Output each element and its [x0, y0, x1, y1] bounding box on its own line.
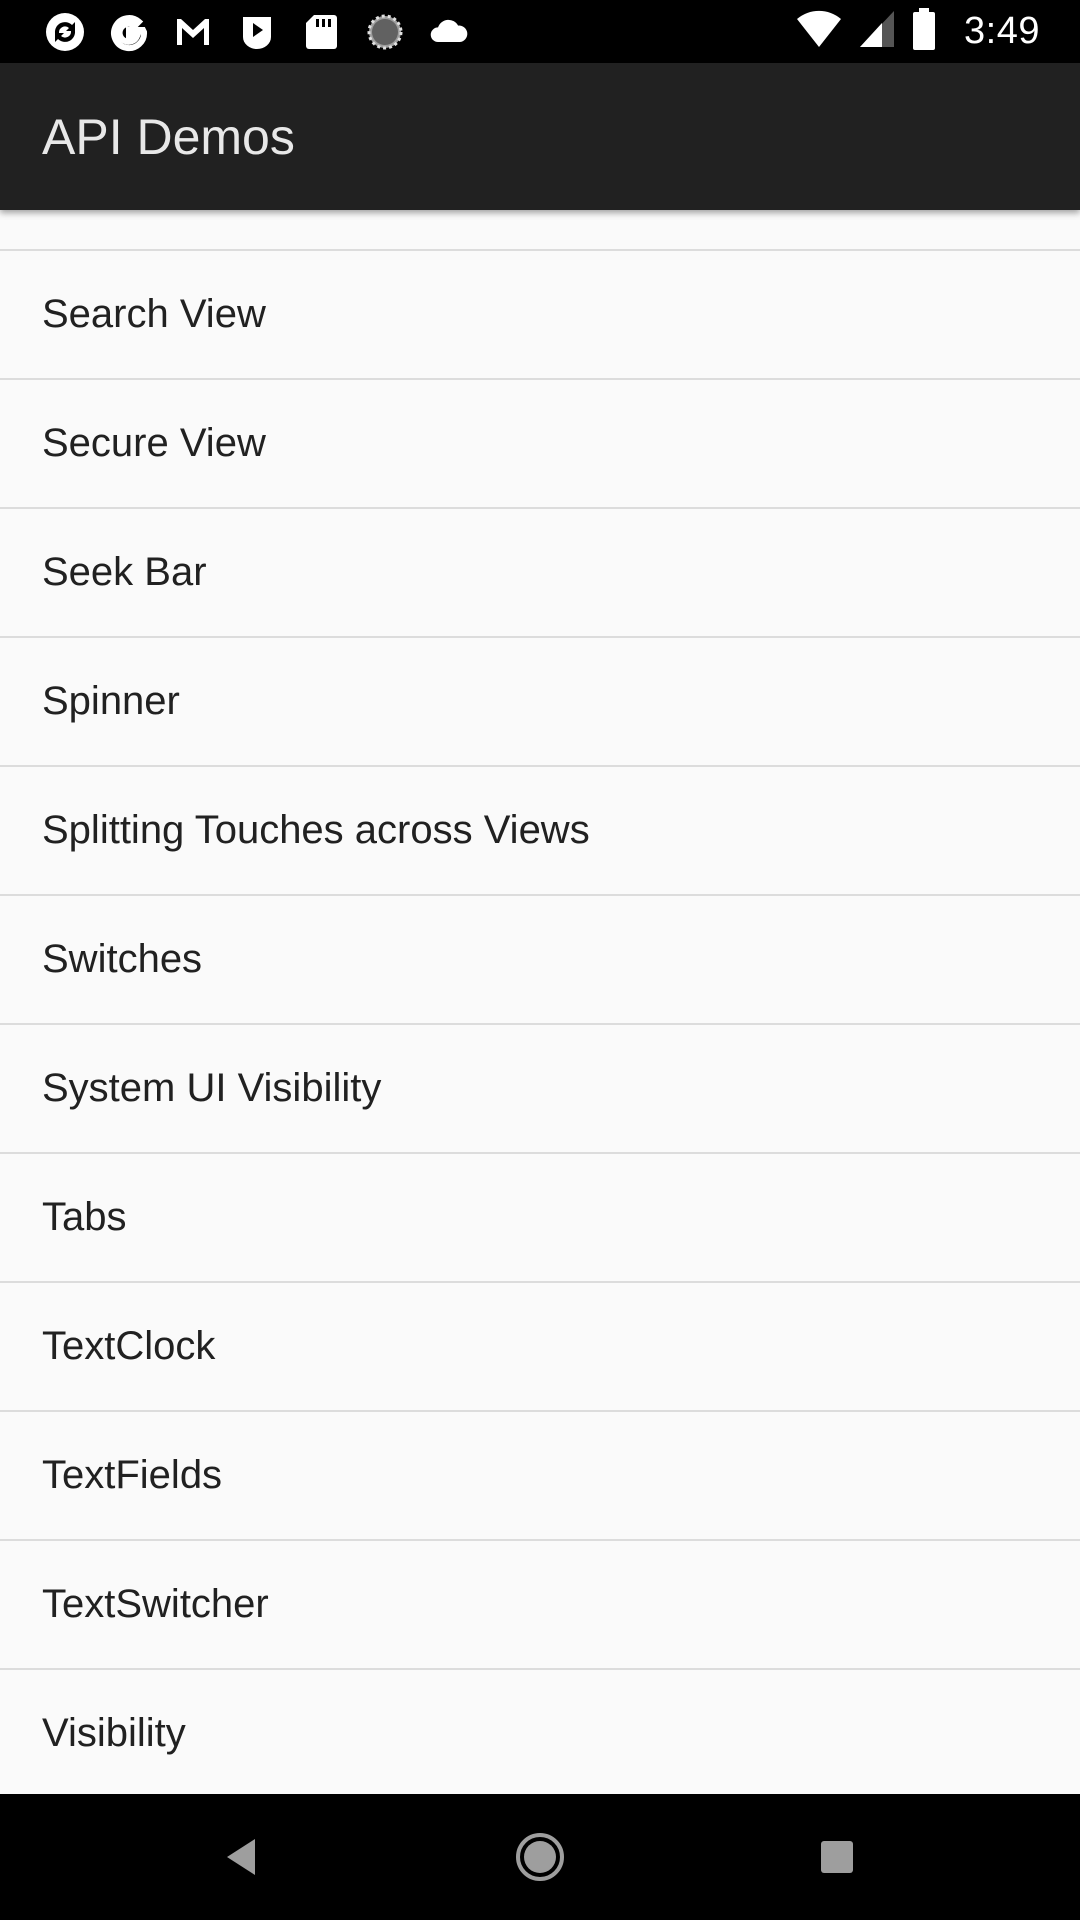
list-item-label: System UI Visibility: [42, 1066, 382, 1110]
list-item-partial[interactable]: [0, 210, 1080, 251]
cloud-icon: [428, 11, 470, 53]
list-item-label: Spinner: [42, 679, 180, 723]
gmail-icon: [172, 11, 214, 53]
list-item-label: TextSwitcher: [42, 1582, 269, 1626]
list-item-label: Switches: [42, 937, 203, 981]
list-rows: Search View Secure View Seek Bar Spinner…: [0, 251, 1080, 1794]
app-title: API Demos: [42, 109, 295, 165]
google-icon: [108, 11, 150, 53]
home-button[interactable]: [506, 1823, 574, 1891]
home-icon: [516, 1833, 564, 1881]
status-bar: 3:49: [0, 0, 1080, 63]
list-item[interactable]: Search View: [0, 251, 1080, 380]
list-item[interactable]: Switches: [0, 896, 1080, 1025]
sync-icon: [44, 11, 86, 53]
list-item[interactable]: Tabs: [0, 1154, 1080, 1283]
system-icons: 3:49: [796, 8, 1040, 55]
list-item[interactable]: System UI Visibility: [0, 1025, 1080, 1154]
list-item-label: TextFields: [42, 1453, 223, 1497]
list-item-label: Seek Bar: [42, 550, 207, 594]
back-button[interactable]: [207, 1823, 275, 1891]
loading-icon: [364, 11, 406, 53]
list-item[interactable]: Spinner: [0, 638, 1080, 767]
recents-button[interactable]: [803, 1823, 871, 1891]
list-item-label: Secure View: [42, 421, 266, 465]
list-item[interactable]: TextClock: [0, 1283, 1080, 1412]
recents-icon: [821, 1841, 853, 1873]
list-item[interactable]: Splitting Touches across Views: [0, 767, 1080, 896]
list-item-label: Tabs: [42, 1195, 127, 1239]
battery-icon: [912, 7, 936, 56]
sd-card-icon: [300, 11, 342, 53]
list-item-label: Visibility: [42, 1711, 186, 1755]
list-item[interactable]: Seek Bar: [0, 509, 1080, 638]
list-item[interactable]: Secure View: [0, 380, 1080, 509]
wifi-icon: [796, 9, 842, 54]
clock: 3:49: [964, 10, 1040, 52]
back-icon: [227, 1839, 255, 1875]
demo-list[interactable]: Search View Secure View Seek Bar Spinner…: [0, 210, 1080, 1794]
list-item[interactable]: Visibility: [0, 1670, 1080, 1794]
screen: 3:49 API Demos Search View Secure View S…: [0, 0, 1080, 1920]
app-bar: API Demos: [0, 63, 1080, 210]
list-item[interactable]: TextFields: [0, 1412, 1080, 1541]
notification-icons: [44, 8, 470, 55]
list-item-label: Search View: [42, 292, 266, 336]
list-item-label: Splitting Touches across Views: [42, 808, 590, 852]
play-store-icon: [236, 11, 278, 53]
signal-icon: [858, 9, 896, 54]
list-item[interactable]: TextSwitcher: [0, 1541, 1080, 1670]
list-item-label: TextClock: [42, 1324, 216, 1368]
navigation-bar: [0, 1794, 1080, 1920]
